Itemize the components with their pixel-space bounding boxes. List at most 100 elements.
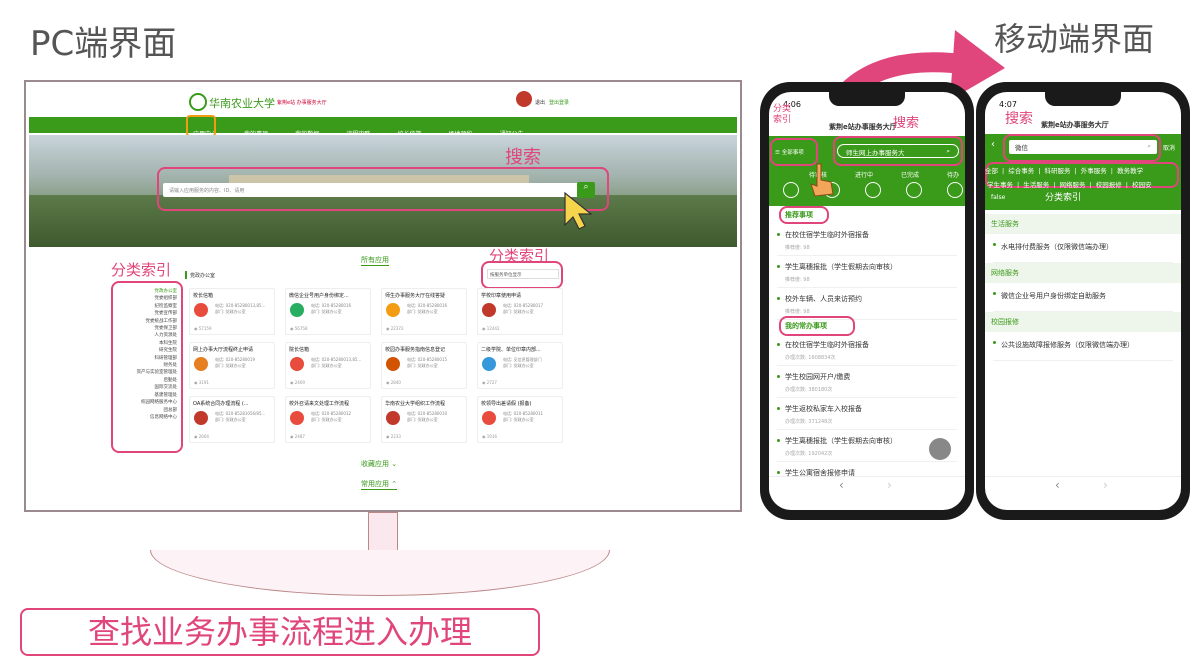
phone-1: 4:06 紫荆e站办事服务大厅 分类 索引 搜索 ☰ 全部事项 师生网上办事服务… [760,82,974,520]
side-category-item[interactable]: 校园网络服务中心 [115,399,177,406]
app-card-count: ◉ 2469 [290,380,305,385]
app-icon [194,411,208,425]
p2-search-annotation: 搜索 [1005,111,1033,127]
search-input[interactable]: 请输入应用服务的内容、ID、请用 ⌕ [163,182,595,198]
app-icon [482,303,496,317]
dept-filter-select[interactable]: 按服务单位显示 [487,269,559,279]
cursor-icon [564,191,593,230]
side-category-item[interactable]: 党委保卫部 [115,325,178,332]
p1-tab-progress[interactable]: 进行中 [855,170,873,179]
app-card[interactable]: 校外召请来文处理工作流程 电话: 020-85280012 部门: 党政办公室 ◉ 2… [285,396,371,443]
list-item[interactable]: 微信企业号用户身份绑定自助服务 [993,283,1173,312]
pc-title: PC端界面 [30,24,177,64]
side-category-item[interactable]: 人力资源处 [115,332,178,339]
p2-cancel[interactable]: 取消 [1163,143,1175,152]
app-card-title: 网上办事大厅流程终止申请 [193,347,254,353]
common-apps[interactable]: 常用应用 ⌃ [361,479,398,490]
p2-search-input[interactable]: 微信 ⌕ [1009,140,1157,154]
app-card[interactable]: 校领导出差请假 (报备) 电话: 020-85280011 部门: 党政办公室 ◉ 1… [477,396,563,443]
category-tab[interactable]: 校园报修 [1096,181,1122,188]
app-card-count: ◉ 12442 [482,326,500,331]
user-name[interactable]: 登出登录 [549,99,569,106]
all-apps-tab[interactable]: 所有应用 [361,255,389,266]
side-category-item[interactable]: 党委宣传部 [115,310,178,317]
p2-bottom-bar: ‹ › [985,476,1181,496]
side-category-item[interactable]: 研究生院 [115,347,177,354]
category-tab[interactable]: 科研服务 [1045,167,1071,175]
monitor-base [150,550,610,596]
p1-back-icon[interactable]: ‹ [839,478,844,492]
list-item[interactable]: 在校住宿学生临时外宿报备 推荐度: 98 [777,224,957,256]
side-category-item[interactable]: 科研管理部 [115,355,178,362]
list-item[interactable]: 学生离穗报批（学生假期去向审核） 推荐度: 98 [777,256,957,288]
list-item[interactable]: 公共设施故障报修服务（仅限微信端办理） [993,332,1173,361]
app-icon [290,303,304,317]
category-tab[interactable]: 校园安 [1132,181,1152,188]
app-card-meta: 电话: 020-85280015 部门: 党政办公室 [407,357,448,368]
category-tab[interactable]: 外事服务 [1081,167,1107,175]
p1-tab-done[interactable]: 已完成 [901,170,919,179]
app-card[interactable]: 微信企业号用户身份绑定... 电话: 020-85280016 部门: 党政办公室 ◉… [285,288,371,335]
app-card[interactable]: 师生办事服务大厅在线答疑 电话: 020-85280016 部门: 党政办公室 ◉ 2… [381,288,467,335]
p1-avatar[interactable] [929,438,951,460]
side-category-item[interactable]: 资产与实验室管理处 [115,369,178,376]
category-tab[interactable]: 网络服务 [1060,181,1086,188]
p1-all-button[interactable]: ☰ 全部事项 [775,148,804,156]
category-tab[interactable]: 教务教学 [1117,167,1143,175]
side-category-item[interactable]: 后勤处 [115,377,178,384]
p1-icon-1[interactable] [783,182,799,198]
side-category-item[interactable]: 国际交流处 [115,384,178,391]
p1-recommend-title: 推荐事项 [785,211,813,219]
p2-back-nav-icon[interactable]: ‹ [1055,478,1060,492]
cat-annotation-left: 分类索引 [111,261,172,279]
app-card[interactable]: 华南农业大学组织工作流程 电话: 020-85280010 部门: 党政办公室 ◉ 2… [381,396,467,443]
p1-tab-todo[interactable]: 待办 [947,170,959,179]
app-card-title: OA系统合同办理流程 (... [193,401,249,407]
app-card-meta: 电话: 020-85280017 部门: 党政办公室 [503,303,544,314]
side-category-item[interactable]: 财务处 [115,362,178,369]
side-category-item[interactable]: 本科生院 [115,340,177,347]
side-category-item[interactable]: 团总部 [115,407,178,414]
app-card[interactable]: 校园办事服务指南信息登记 电话: 020-85280015 部门: 党政办公室 ◉ 2… [381,342,467,389]
list-item[interactable]: 水电排付费服务（仅限微信端办理） [993,234,1173,263]
p2-cat-annotation: 分类索引 [1045,193,1082,203]
app-card-meta: 电话: 020-85280016 部门: 党政办公室 [407,303,448,314]
side-category-item[interactable]: 党委统战工作部 [115,318,178,325]
app-card[interactable]: 网上办事大厅流程终止申请 电话: 020-85280019 部门: 党政办公室 ◉ 3… [189,342,275,389]
app-card-meta: 电话: 020-85280016 部门: 党政办公室 [311,303,352,314]
p1-icon-3[interactable] [865,182,881,198]
fav-apps[interactable]: 收藏应用 ⌄ [361,459,397,469]
app-icon [482,357,496,371]
p1-search-input[interactable]: 师生网上办事服务大 ⌕ [837,144,959,158]
app-card-title: 校园办事服务指南信息登记 [385,347,446,353]
category-tab[interactable]: 生活服务 [1023,181,1049,188]
side-category-item[interactable]: 信息网络中心 [115,414,177,421]
p2-forward-icon[interactable]: › [1103,478,1108,492]
app-card[interactable]: 院长信箱 电话: 020-85280013,85... 部门: 党政办公室 ◉ 246… [285,342,371,389]
category-tab[interactable]: 全部 [985,167,998,175]
side-category-item[interactable]: 党政办公室 [115,288,178,295]
app-card-meta: 电话: 见信息管理部门 部门: 党政办公室 [503,357,542,368]
dept-marker [185,271,187,279]
app-card[interactable]: 学校印章使用申请电话: 020-85280017 部门: 党政办公室 ◉ 12442 [477,288,563,335]
p1-forward-icon[interactable]: › [887,478,892,492]
p1-icon-4[interactable] [906,182,922,198]
app-card-title: 学校印章使用申请 [481,293,522,299]
app-card[interactable]: OA系统合同办理流程 (... 电话: 020-85281056/85... 部门:… [189,396,275,443]
side-category-item[interactable]: 基建管理处 [115,392,178,399]
app-card[interactable]: 校长信箱 电话: 020-85280013,85... 部门: 党政办公室 ◉ 571… [189,288,275,335]
category-tab[interactable]: 学生事务 [987,181,1013,188]
list-item[interactable]: 学生返校私家车入校报备 办理次数: 371248次 [777,398,957,430]
list-item[interactable]: 在校住宿学生临时外宿报备 办理次数: 1608834次 [777,334,957,366]
list-item[interactable]: 学生校园网开户/缴费 办理次数: 380180次 [777,366,957,398]
app-card[interactable]: 二级学院、单位印章内部... 电话: 见信息管理部门 部门: 党政办公室 ◉ 2727 [477,342,563,389]
p2-back-icon[interactable]: ‹ [991,139,995,150]
side-category-item[interactable]: 党委组织部 [115,295,178,302]
app-card-title: 院长信箱 [289,347,310,353]
avatar[interactable] [516,91,532,107]
p1-icon-5[interactable] [947,182,963,198]
logout-label[interactable]: 退出 [535,99,545,106]
category-tab[interactable]: 综合事务 [1008,167,1034,175]
side-category-item[interactable]: 纪检监察室 [115,303,178,310]
app-card-title: 校外召请来文处理工作流程 [289,401,350,407]
